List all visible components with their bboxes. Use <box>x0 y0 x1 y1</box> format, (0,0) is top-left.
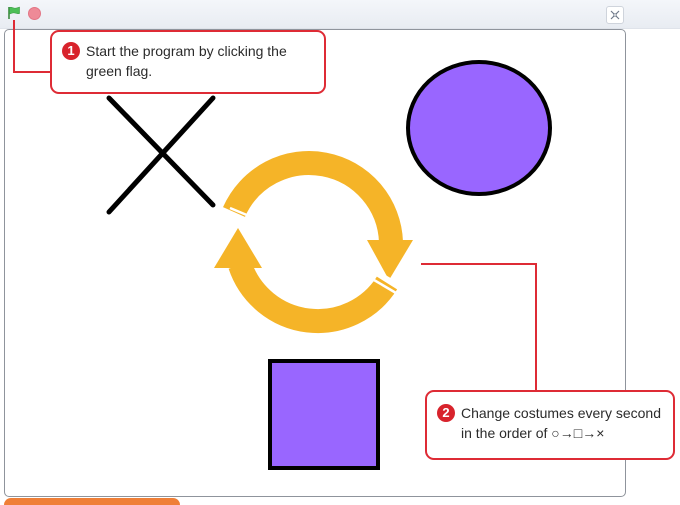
x-shape-sprite[interactable] <box>106 95 216 215</box>
callout-text: Change costumes every second in the orde… <box>461 405 661 441</box>
callout-2-leader <box>535 263 537 391</box>
cycle-arrows-icon <box>214 151 413 334</box>
step-badge: 2 <box>437 404 455 422</box>
step-badge: 1 <box>62 42 80 60</box>
stage-toolbar <box>0 0 680 29</box>
callout-change-costumes: 2 Change costumes every second in the or… <box>425 390 675 460</box>
bottom-tab-strip <box>4 498 180 505</box>
callout-start-program: 1 Start the program by clicking the gree… <box>50 30 326 94</box>
stop-sign-icon[interactable] <box>28 7 41 20</box>
callout-2-leader <box>421 263 537 265</box>
fullscreen-toggle-icon[interactable] <box>606 6 624 24</box>
callout-1-leader <box>13 20 15 73</box>
square-sprite[interactable] <box>268 359 380 470</box>
green-flag-icon[interactable] <box>7 6 21 20</box>
circle-sprite[interactable] <box>406 60 552 196</box>
callout-1-leader <box>13 71 52 73</box>
callout-text: Start the program by clicking the green … <box>86 43 287 79</box>
